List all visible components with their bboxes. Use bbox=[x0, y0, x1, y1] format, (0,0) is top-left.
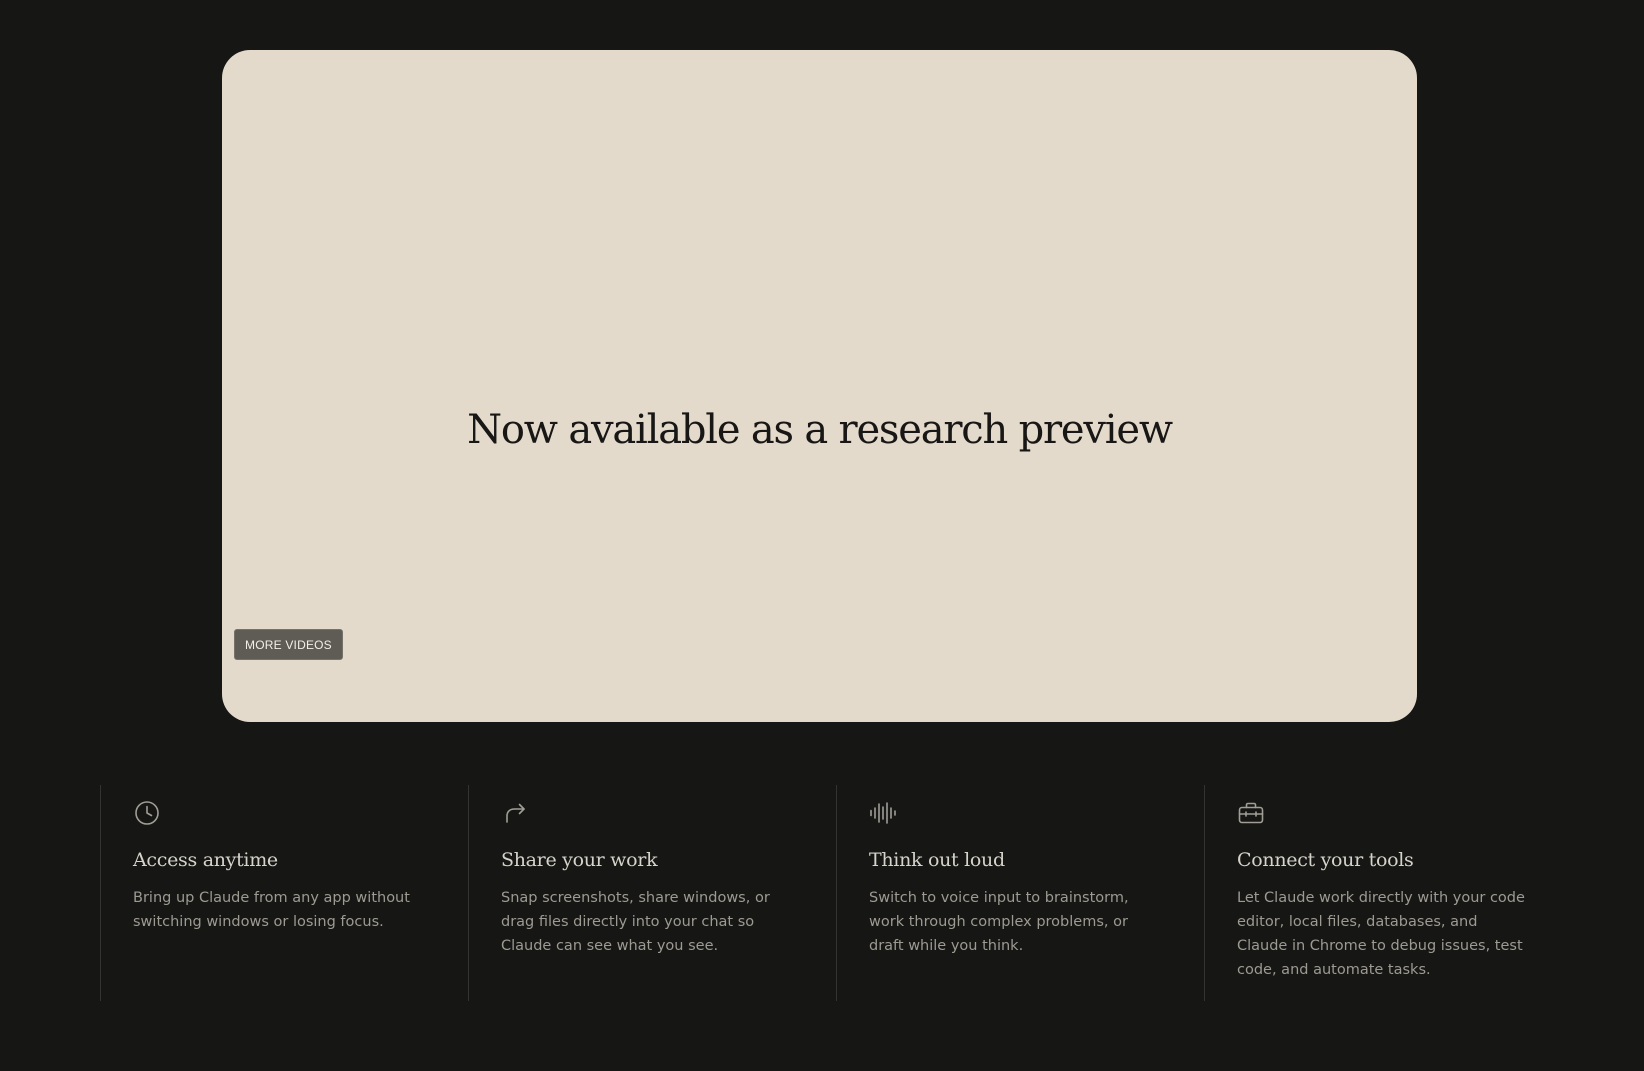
share-arrow-icon bbox=[501, 799, 529, 827]
features-row: Access anytime Bring up Claude from any … bbox=[100, 785, 1572, 1001]
feature-share-your-work: Share your work Snap screenshots, share … bbox=[468, 785, 836, 1001]
feature-description: Snap screenshots, share windows, or drag… bbox=[501, 890, 770, 954]
video-headline: Now available as a research preview bbox=[467, 407, 1173, 453]
feature-think-out-loud: Think out loud Switch to voice input to … bbox=[836, 785, 1204, 1001]
feature-title: Share your work bbox=[501, 849, 658, 871]
toolbox-icon bbox=[1237, 799, 1265, 827]
feature-description: Let Claude work directly with your code … bbox=[1237, 890, 1525, 978]
clock-icon bbox=[133, 799, 161, 827]
feature-title: Connect your tools bbox=[1237, 849, 1414, 871]
video-card[interactable]: Now available as a research preview MORE… bbox=[222, 50, 1417, 722]
more-videos-button[interactable]: MORE VIDEOS bbox=[234, 629, 343, 660]
feature-title: Access anytime bbox=[133, 849, 278, 871]
feature-access-anytime: Access anytime Bring up Claude from any … bbox=[100, 785, 468, 1001]
feature-description: Bring up Claude from any app without swi… bbox=[133, 890, 410, 930]
feature-connect-your-tools: Connect your tools Let Claude work direc… bbox=[1204, 785, 1572, 1001]
feature-description: Switch to voice input to brainstorm, wor… bbox=[869, 890, 1129, 954]
feature-title: Think out loud bbox=[869, 849, 1005, 871]
voice-waveform-icon bbox=[869, 799, 897, 827]
